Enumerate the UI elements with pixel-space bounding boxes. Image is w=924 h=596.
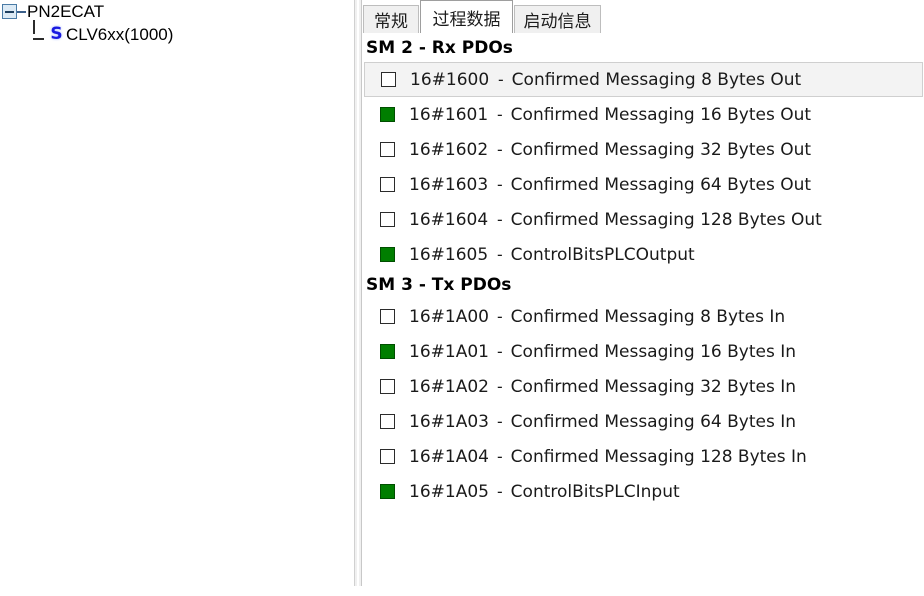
- tab-strip: 常规 过程数据 启动信息: [363, 0, 924, 33]
- pdo-name-label: ControlBitsPLCInput: [510, 481, 680, 502]
- pdo-checkbox-unchecked[interactable]: [380, 414, 395, 429]
- pdo-checkbox-checked[interactable]: [380, 484, 395, 499]
- pdo-name-label: Confirmed Messaging 16 Bytes Out: [510, 104, 812, 125]
- pdo-row[interactable]: 16#1604- Confirmed Messaging 128 Bytes Ou…: [363, 202, 924, 237]
- pdo-section-header: SM 2 - Rx PDOs: [366, 38, 513, 58]
- pdo-row[interactable]: 16#1A03- Confirmed Messaging 64 Bytes In: [363, 404, 924, 439]
- pdo-checkbox-unchecked[interactable]: [380, 379, 395, 394]
- pdo-separator-dash: -: [497, 104, 503, 124]
- pdo-index-label: 16#1A02: [409, 376, 489, 397]
- pdo-section-header: SM 3 - Tx PDOs: [366, 275, 512, 295]
- pdo-name-label: Confirmed Messaging 8 Bytes In: [510, 306, 786, 327]
- pdo-name-label: Confirmed Messaging 128 Bytes Out: [510, 209, 822, 230]
- sick-s-icon: S: [50, 24, 63, 44]
- pdo-separator-dash: -: [497, 139, 503, 159]
- pdo-index-label: 16#1A01: [409, 341, 489, 362]
- pdo-index-label: 16#1A03: [409, 411, 489, 432]
- pdo-index-label: 16#1A05: [409, 481, 489, 502]
- tree-item-clv6xx-1000[interactable]: S CLV6xx(1000): [0, 20, 352, 46]
- details-panel: 常规 过程数据 启动信息 SM 2 - Rx PDOs 16#1600- Confirm…: [363, 0, 924, 596]
- pdo-index-label: 16#1600: [410, 69, 490, 90]
- tree-connector-line: [17, 10, 26, 13]
- pdo-index-label: 16#1A04: [409, 446, 489, 467]
- pdo-name-label: Confirmed Messaging 128 Bytes In: [510, 446, 807, 467]
- tree-collapse-minus-icon[interactable]: [2, 4, 17, 19]
- pdo-name-label: Confirmed Messaging 32 Bytes Out: [510, 139, 812, 160]
- pdo-index-label: 16#1603: [409, 174, 489, 195]
- pdo-name-label: Confirmed Messaging 16 Bytes In: [510, 341, 797, 362]
- pdo-row[interactable]: 16#1600- Confirmed Messaging 8 Bytes Out: [364, 62, 923, 97]
- device-tree: PN2ECAT S CLV6xx(1000): [0, 0, 352, 46]
- pdo-separator-dash: -: [497, 376, 503, 396]
- pdo-row[interactable]: 16#1A02- Confirmed Messaging 32 Bytes In: [363, 369, 924, 404]
- panel-splitter[interactable]: [354, 0, 362, 586]
- pdo-checkbox-unchecked[interactable]: [380, 449, 395, 464]
- pdo-checkbox-unchecked[interactable]: [380, 177, 395, 192]
- pdo-separator-dash: -: [497, 244, 503, 264]
- pdo-separator-dash: -: [497, 209, 503, 229]
- pdo-row[interactable]: 16#1A01- Confirmed Messaging 16 Bytes In: [363, 334, 924, 369]
- pdo-separator-dash: -: [497, 481, 503, 501]
- pdo-checkbox-checked[interactable]: [380, 247, 395, 262]
- pdo-checkbox-checked[interactable]: [380, 344, 395, 359]
- pdo-index-label: 16#1602: [409, 139, 489, 160]
- pdo-name-label: Confirmed Messaging 64 Bytes Out: [510, 174, 812, 195]
- pdo-index-label: 16#1605: [409, 244, 489, 265]
- tab-startup[interactable]: 启动信息: [514, 5, 601, 33]
- pdo-row[interactable]: 16#1A05- ControlBitsPLCInput: [363, 474, 924, 509]
- pdo-separator-dash: -: [497, 174, 503, 194]
- pdo-row[interactable]: 16#1A00- Confirmed Messaging 8 Bytes In: [363, 299, 924, 334]
- pdo-row[interactable]: 16#1602- Confirmed Messaging 32 Bytes Out: [363, 132, 924, 167]
- tab-general[interactable]: 常规: [363, 5, 419, 33]
- pdo-name-label: ControlBitsPLCOutput: [510, 244, 695, 265]
- pdo-name-label: Confirmed Messaging 32 Bytes In: [510, 376, 797, 397]
- pdo-row[interactable]: 16#1605- ControlBitsPLCOutput: [363, 237, 924, 272]
- pdo-name-label: Confirmed Messaging 64 Bytes In: [510, 411, 797, 432]
- splitter-grip: [357, 0, 359, 586]
- pdo-checkbox-unchecked[interactable]: [381, 72, 396, 87]
- pdo-name-label: Confirmed Messaging 8 Bytes Out: [511, 69, 802, 90]
- pdo-separator-dash: -: [497, 411, 503, 431]
- pdo-index-label: 16#1604: [409, 209, 489, 230]
- tree-elbow-connector-icon: [31, 20, 48, 43]
- pdo-separator-dash: -: [497, 306, 503, 326]
- tree-item-pn2ecat[interactable]: PN2ECAT: [0, 0, 352, 23]
- pdo-separator-dash: -: [497, 341, 503, 361]
- pdo-checkbox-checked[interactable]: [380, 107, 395, 122]
- pdo-index-label: 16#1601: [409, 104, 489, 125]
- tab-process[interactable]: 过程数据: [420, 0, 513, 33]
- pdo-checkbox-unchecked[interactable]: [380, 142, 395, 157]
- pdo-checkbox-unchecked[interactable]: [380, 212, 395, 227]
- tree-item-label: CLV6xx(1000): [66, 24, 174, 44]
- pdo-separator-dash: -: [498, 69, 504, 89]
- pdo-row[interactable]: 16#1A04- Confirmed Messaging 128 Bytes In: [363, 439, 924, 474]
- pdo-separator-dash: -: [497, 446, 503, 466]
- pdo-row[interactable]: 16#1603- Confirmed Messaging 64 Bytes Out: [363, 167, 924, 202]
- pdo-checkbox-unchecked[interactable]: [380, 309, 395, 324]
- pdo-index-label: 16#1A00: [409, 306, 489, 327]
- tree-item-label: PN2ECAT: [27, 1, 105, 21]
- pdo-row[interactable]: 16#1601- Confirmed Messaging 16 Bytes Out: [363, 97, 924, 132]
- pdo-list: SM 2 - Rx PDOs 16#1600- Confirmed Messagin…: [363, 33, 924, 596]
- device-tree-panel: PN2ECAT S CLV6xx(1000): [0, 0, 352, 596]
